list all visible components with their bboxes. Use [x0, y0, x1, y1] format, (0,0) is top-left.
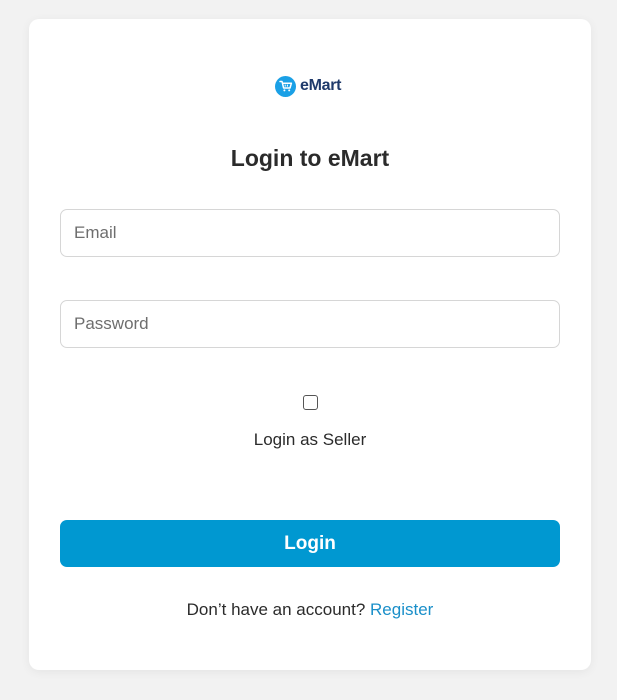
brand-name: eMart: [300, 77, 342, 94]
email-field[interactable]: [60, 209, 560, 257]
login-card: eMart Login to eMart Login as Seller Log…: [29, 19, 591, 670]
shopping-cart-icon: [275, 75, 296, 97]
register-link[interactable]: Register: [370, 600, 433, 619]
register-prompt-text: Don’t have an account?: [186, 600, 366, 619]
login-button[interactable]: Login: [60, 520, 560, 567]
seller-checkbox-label: Login as Seller: [253, 430, 367, 449]
page-title: Login to eMart: [230, 145, 390, 171]
password-field[interactable]: [60, 300, 560, 348]
register-prompt: Don’t have an account? Register: [29, 600, 591, 620]
brand-logo[interactable]: eMart: [275, 75, 341, 97]
seller-checkbox[interactable]: [303, 395, 318, 410]
